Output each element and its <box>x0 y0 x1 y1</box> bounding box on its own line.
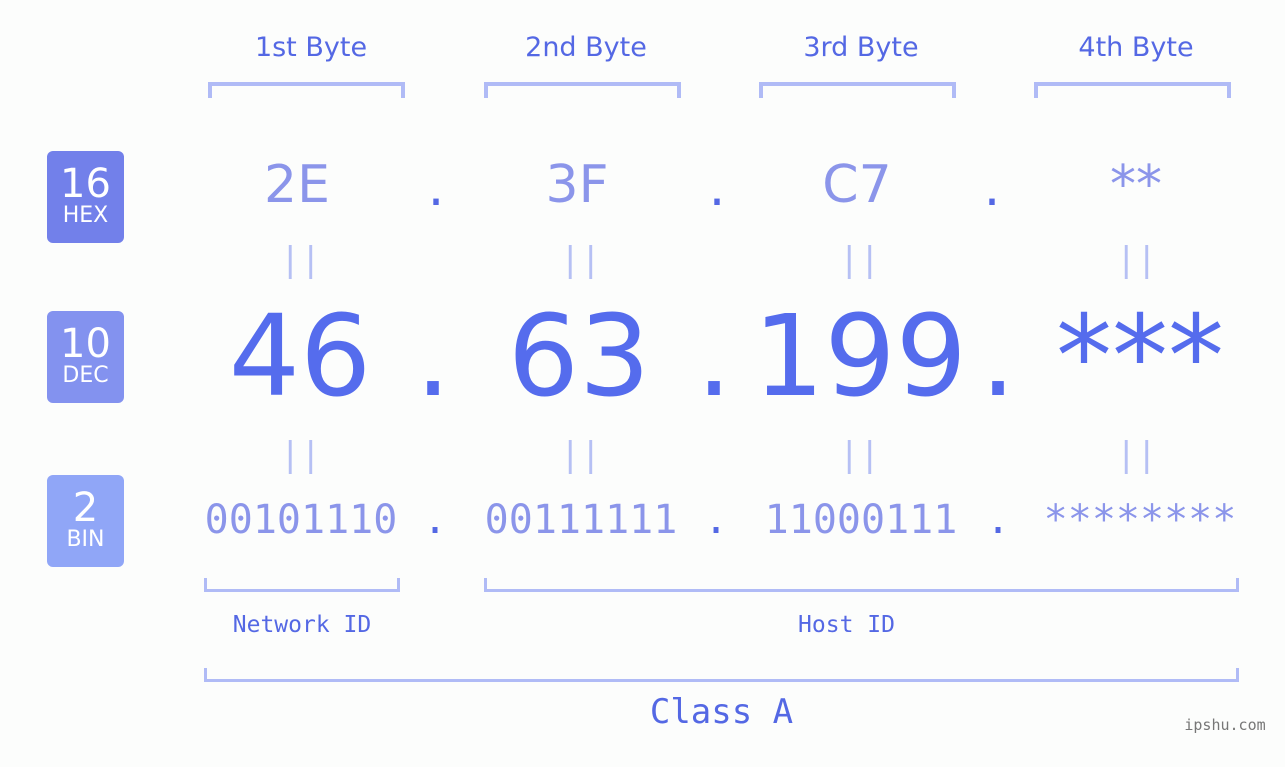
bin-separator: . <box>703 497 729 543</box>
hex-byte-2: 3F <box>545 155 609 215</box>
bin-byte-3: 11000111 <box>764 497 958 543</box>
bin-byte-1: 00101110 <box>204 497 398 543</box>
byte-label-1: 1st Byte <box>254 32 368 63</box>
equals-icon: || <box>280 240 321 280</box>
equals-icon: || <box>1116 435 1157 475</box>
dec-byte-4: *** <box>1056 292 1224 422</box>
hex-base-number: 16 <box>60 161 111 207</box>
hex-separator: . <box>983 158 1001 218</box>
dec-base-number: 10 <box>60 321 111 367</box>
dec-byte-3: 199 <box>753 292 967 422</box>
class-label: Class A <box>649 692 794 732</box>
byte-bracket-4 <box>1034 82 1231 98</box>
byte-bracket-3 <box>759 82 956 98</box>
hex-byte-4: ** <box>1110 155 1162 215</box>
watermark: ipshu.com <box>1184 716 1266 734</box>
bin-byte-2: 00111111 <box>484 497 678 543</box>
bin-base-number: 2 <box>72 485 99 531</box>
byte-bracket-2 <box>484 82 681 98</box>
equals-icon: || <box>1116 240 1157 280</box>
equals-icon: || <box>280 435 321 475</box>
equals-icon: || <box>560 240 601 280</box>
byte-bracket-1 <box>208 82 405 98</box>
network-id-label: Network ID <box>232 612 372 638</box>
hex-byte-1: 2E <box>264 155 330 215</box>
network-id-bracket <box>204 578 400 592</box>
dec-badge: 10 DEC <box>47 311 124 403</box>
byte-label-2: 2nd Byte <box>525 32 647 63</box>
byte-label-4: 4th Byte <box>1078 32 1194 63</box>
dec-byte-2: 63 <box>507 292 651 422</box>
equals-icon: || <box>839 435 880 475</box>
host-id-label: Host ID <box>798 612 895 638</box>
dec-byte-1: 46 <box>228 292 372 422</box>
hex-base-label: HEX <box>62 203 109 228</box>
bin-badge: 2 BIN <box>47 475 124 567</box>
hex-byte-3: C7 <box>822 155 892 215</box>
host-id-bracket <box>484 578 1239 592</box>
bin-separator: . <box>422 497 448 543</box>
hex-separator: . <box>427 158 445 218</box>
hex-badge: 16 HEX <box>47 151 124 243</box>
dec-base-label: DEC <box>62 363 109 388</box>
bin-separator: . <box>985 497 1011 543</box>
byte-label-3: 3rd Byte <box>803 32 919 63</box>
hex-separator: . <box>708 158 726 218</box>
class-bracket <box>204 668 1239 682</box>
bin-base-label: BIN <box>66 527 105 552</box>
bin-byte-4: ******** <box>1043 497 1237 543</box>
equals-icon: || <box>839 240 880 280</box>
equals-icon: || <box>560 435 601 475</box>
